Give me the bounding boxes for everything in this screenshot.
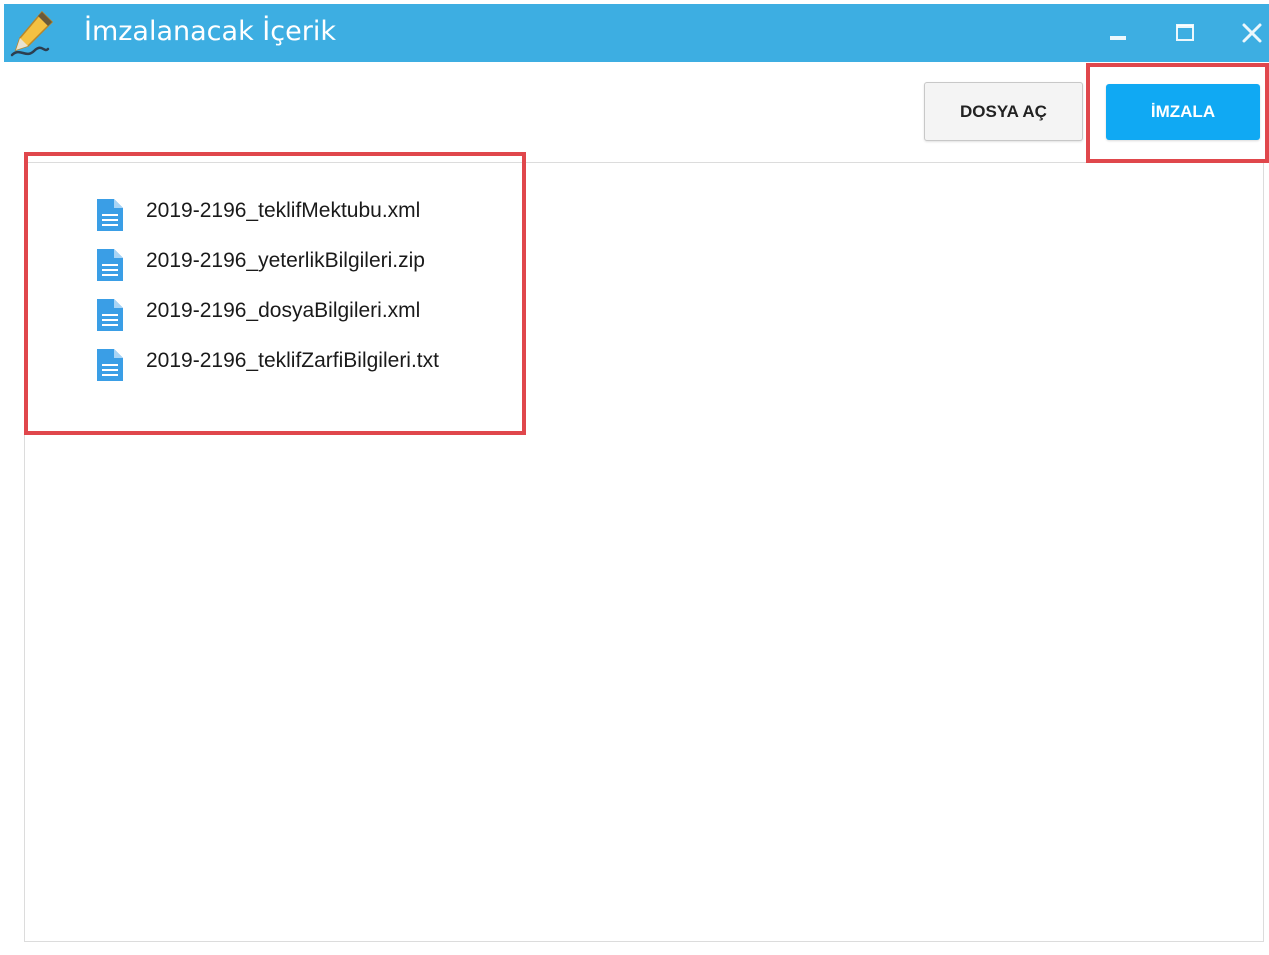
- maximize-icon[interactable]: [1167, 16, 1203, 50]
- title-bar[interactable]: İmzalanacak İçerik: [4, 4, 1269, 62]
- document-icon: [95, 197, 125, 233]
- file-list-item[interactable]: 2019-2196_yeterlikBilgileri.zip: [95, 236, 439, 286]
- file-name: 2019-2196_yeterlikBilgileri.zip: [146, 249, 425, 272]
- file-list-item[interactable]: 2019-2196_dosyaBilgileri.xml: [95, 286, 439, 336]
- file-list-item[interactable]: 2019-2196_teklifMektubu.xml: [95, 186, 439, 236]
- file-name: 2019-2196_dosyaBilgileri.xml: [146, 299, 421, 322]
- window-title: İmzalanacak İçerik: [84, 16, 336, 47]
- open-file-button[interactable]: DOSYA AÇ: [924, 82, 1083, 141]
- file-name: 2019-2196_teklifMektubu.xml: [146, 199, 421, 222]
- sign-button[interactable]: İMZALA: [1106, 84, 1260, 140]
- minimize-icon[interactable]: [1100, 16, 1136, 50]
- file-list: 2019-2196_teklifMektubu.xml 2019-2196_ye…: [95, 186, 439, 386]
- file-name: 2019-2196_teklifZarfiBilgileri.txt: [146, 349, 439, 372]
- document-icon: [95, 247, 125, 283]
- document-icon: [95, 347, 125, 383]
- file-list-item[interactable]: 2019-2196_teklifZarfiBilgileri.txt: [95, 336, 439, 386]
- signing-window: İmzalanacak İçerik DOSYA AÇ İMZALA 2019-…: [0, 0, 1269, 955]
- close-icon[interactable]: [1234, 16, 1269, 50]
- pen-icon: [8, 9, 56, 59]
- document-icon: [95, 297, 125, 333]
